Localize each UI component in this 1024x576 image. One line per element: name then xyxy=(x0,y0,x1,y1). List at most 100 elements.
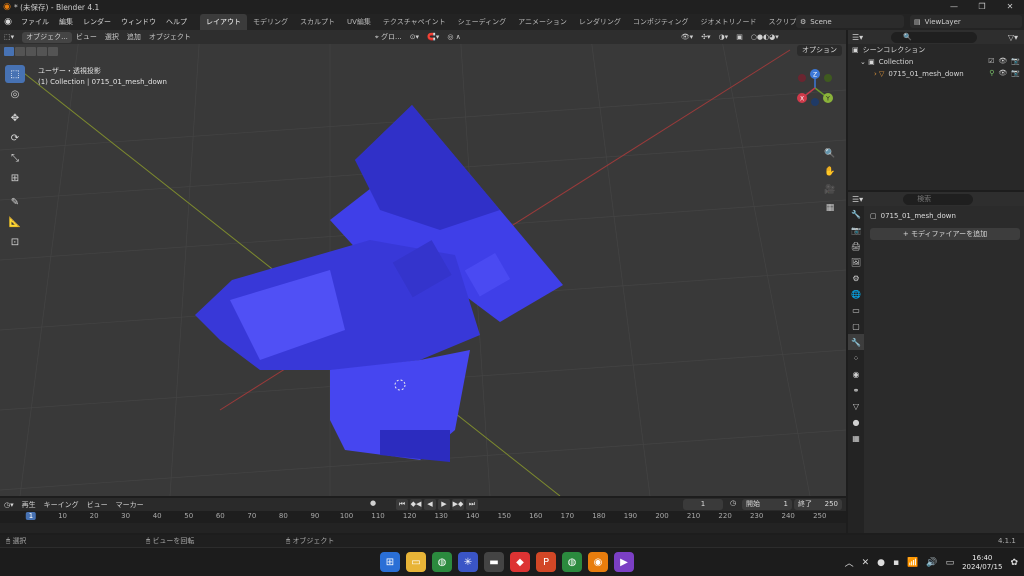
clipchamp-icon[interactable]: ▶ xyxy=(614,552,634,572)
pivot-icon[interactable]: ⊙▾ xyxy=(406,33,423,41)
annotate-tool-icon[interactable]: ✎ xyxy=(5,193,25,211)
menu-help[interactable]: ヘルプ xyxy=(161,17,192,27)
cursor-tool-icon[interactable]: ◎ xyxy=(5,85,25,103)
tab-texture-paint[interactable]: テクスチャペイント xyxy=(377,14,452,30)
object-render-icon[interactable]: 📷 xyxy=(1011,69,1020,77)
preview-range-icon[interactable]: ◷ xyxy=(730,499,736,507)
zoom-icon[interactable]: 🔍 xyxy=(822,146,838,162)
jump-start-icon[interactable]: ⏮ xyxy=(396,499,408,510)
render-tab-icon[interactable]: 📷 xyxy=(848,222,864,238)
outliner-editor-icon[interactable]: ☰▾ xyxy=(852,33,863,42)
scene-selector[interactable]: ⚙ Scene xyxy=(796,15,904,28)
tab-rendering[interactable]: レンダリング xyxy=(573,14,627,30)
select-mode-new-icon[interactable] xyxy=(4,46,14,56)
tab-sculpting[interactable]: スカルプト xyxy=(294,14,341,30)
battery-icon[interactable]: ▭ xyxy=(946,558,955,568)
menu-timeline-view[interactable]: ビュー xyxy=(83,500,112,510)
tab-layout[interactable]: レイアウト xyxy=(200,14,247,30)
tray-expand-icon[interactable]: ︿ xyxy=(845,556,854,569)
chrome-icon[interactable]: ◍ xyxy=(432,552,452,572)
shading-modes-icon[interactable]: ○●◐◕▾ xyxy=(747,33,783,41)
menu-keying[interactable]: キーイング xyxy=(40,500,83,510)
add-modifier-button[interactable]: + モディファイアーを追加 xyxy=(870,228,1020,240)
collection-tab-icon[interactable]: ▭ xyxy=(848,302,864,318)
tray-app3-icon[interactable]: ▪ xyxy=(893,558,899,568)
snap-icon[interactable]: 🧲▾ xyxy=(423,33,443,41)
3d-viewport[interactable]: ⬚▾ オブジェク... ビュー 選択 追加 オブジェクト ⌖ グロ... ⊙▾ … xyxy=(0,30,846,496)
collection-visibility-icon[interactable]: 👁 xyxy=(998,57,1007,65)
auto-keying-icon[interactable]: ● xyxy=(370,499,376,507)
transform-tool-icon[interactable]: ⊞ xyxy=(5,169,25,187)
blender-menu-icon[interactable]: ◉ xyxy=(0,17,16,27)
mode-selector[interactable]: オブジェク... xyxy=(22,31,72,43)
close-button[interactable]: ✕ xyxy=(996,0,1024,14)
volume-icon[interactable]: 🔊 xyxy=(926,558,937,568)
overlay-toggle-icon[interactable]: ◑▾ xyxy=(715,33,733,41)
pdf-icon[interactable]: ◆ xyxy=(510,552,530,572)
current-frame-field[interactable]: 1 xyxy=(683,499,723,510)
menu-add[interactable]: 追加 xyxy=(123,32,145,42)
menu-select[interactable]: 選択 xyxy=(101,32,123,42)
outliner-scene-collection[interactable]: ▣ シーンコレクション xyxy=(848,44,1024,56)
proportional-edit-icon[interactable]: ◎ ∧ xyxy=(443,33,464,41)
scene-tab-icon[interactable]: ⚙ xyxy=(848,270,864,286)
select-mode-subtract-icon[interactable] xyxy=(26,46,36,56)
scale-tool-icon[interactable]: ⤡ xyxy=(5,149,25,167)
end-frame-field[interactable]: 終了 250 xyxy=(794,499,842,510)
physics-tab-icon[interactable]: ◉ xyxy=(848,366,864,382)
chrome-profile-icon[interactable]: ◍ xyxy=(562,552,582,572)
perspective-toggle-icon[interactable]: ▦ xyxy=(822,200,838,216)
modifier-tab-icon[interactable]: 🔧 xyxy=(848,334,864,350)
collection-expand-icon[interactable]: ⌄ ▣ xyxy=(860,58,875,66)
output-tab-icon[interactable]: 🖨 xyxy=(848,238,864,254)
rotate-tool-icon[interactable]: ⟳ xyxy=(5,129,25,147)
outliner-search-input[interactable]: 🔍 xyxy=(891,31,978,43)
menu-object[interactable]: オブジェクト xyxy=(145,32,195,42)
world-tab-icon[interactable]: 🌐 xyxy=(848,286,864,302)
filter-icon[interactable]: ▽▾ xyxy=(1008,33,1018,42)
timeline-track-area[interactable] xyxy=(0,523,846,533)
blender-taskbar-icon[interactable]: ◉ xyxy=(588,552,608,572)
menu-render[interactable]: レンダー xyxy=(78,17,116,27)
navigation-gizmo[interactable]: Z Y X xyxy=(790,66,840,142)
minimize-button[interactable]: — xyxy=(940,0,968,14)
collection-render-icon[interactable]: 📷 xyxy=(1011,57,1020,65)
tab-geometry-nodes[interactable]: ジオメトリノード xyxy=(695,14,763,30)
tray-app2-icon[interactable]: ● xyxy=(877,558,885,568)
visibility-icon[interactable]: 👁▾ xyxy=(677,33,697,41)
outliner-object-row[interactable]: › ▽ 0715_01_mesh_down ⚲ 👁 📷 xyxy=(848,68,1024,80)
object-tab-icon[interactable]: ▢ xyxy=(848,318,864,334)
tool-tab-icon[interactable]: 🔧 xyxy=(848,206,864,222)
editor-type-icon[interactable]: ⬚▾ xyxy=(0,33,18,41)
drive-icon[interactable]: ▬ xyxy=(484,552,504,572)
wifi-icon[interactable]: 📶 xyxy=(907,558,918,568)
pan-hand-icon[interactable]: ✋ xyxy=(822,164,838,180)
select-mode-extend-icon[interactable] xyxy=(15,46,25,56)
constraints-tab-icon[interactable]: ⚭ xyxy=(848,382,864,398)
move-tool-icon[interactable]: ✥ xyxy=(5,109,25,127)
mesh-object[interactable] xyxy=(195,105,563,462)
powerpoint-icon[interactable]: P xyxy=(536,552,556,572)
object-visibility-icon[interactable]: 👁 xyxy=(998,69,1007,77)
tab-uv-editing[interactable]: UV編集 xyxy=(341,14,377,30)
gizmo-toggle-icon[interactable]: ✣▾ xyxy=(697,33,714,41)
properties-editor-icon[interactable]: ☰▾ xyxy=(852,195,863,204)
view-layer-tab-icon[interactable]: 🖼 xyxy=(848,254,864,270)
properties-search-input[interactable]: 検索 xyxy=(903,193,974,205)
select-box-tool-icon[interactable]: ⬚ xyxy=(5,65,25,83)
menu-view[interactable]: ビュー xyxy=(72,32,101,42)
data-tab-icon[interactable]: ▽ xyxy=(848,398,864,414)
tab-compositing[interactable]: コンポジティング xyxy=(627,14,695,30)
texture-tab-icon[interactable]: ▦ xyxy=(848,430,864,446)
copilot-icon[interactable]: ✿ xyxy=(1010,558,1018,568)
tab-shading[interactable]: シェーディング xyxy=(452,14,513,30)
measure-tool-icon[interactable]: 📐 xyxy=(5,213,25,231)
menu-file[interactable]: ファイル xyxy=(16,17,54,27)
jump-keyframe-forward-icon[interactable]: ▶◆ xyxy=(452,499,464,510)
maximize-button[interactable]: ❐ xyxy=(968,0,996,14)
outliner-collection[interactable]: ⌄ ▣ Collection ☑ 👁 📷 xyxy=(848,56,1024,68)
start-frame-field[interactable]: 開始 1 xyxy=(742,499,792,510)
play-icon[interactable]: ▶ xyxy=(438,499,450,510)
jump-end-icon[interactable]: ⏭ xyxy=(466,499,478,510)
menu-window[interactable]: ウィンドウ xyxy=(116,17,161,27)
